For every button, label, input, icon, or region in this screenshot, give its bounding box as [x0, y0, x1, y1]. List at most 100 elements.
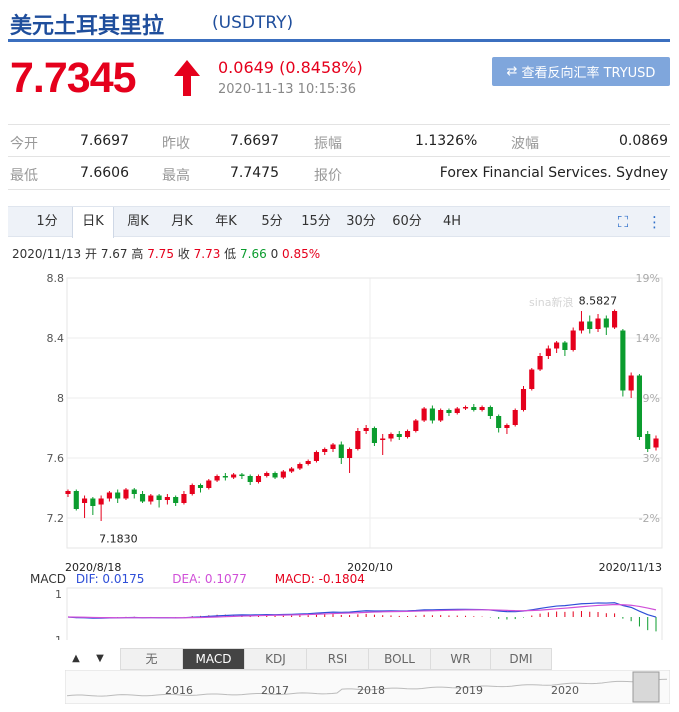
- candle: [90, 497, 96, 515]
- watermark: sina新浪: [529, 295, 574, 309]
- macd-tick-label: 1: [55, 588, 62, 601]
- candle: [98, 495, 104, 521]
- candle-body: [139, 494, 146, 502]
- candle: [347, 447, 353, 473]
- candle-body: [156, 495, 162, 500]
- candle: [545, 345, 551, 359]
- candle: [330, 443, 336, 452]
- candle: [214, 474, 220, 482]
- candle: [636, 374, 643, 440]
- pct-tick-label: 9%: [643, 392, 660, 405]
- candle: [388, 432, 394, 442]
- candle: [404, 429, 411, 439]
- x-tick-label: 2020/11/13: [599, 561, 662, 574]
- candle-body: [347, 449, 353, 458]
- indicator-tab-bar: 无 MACD KDJ RSI BOLL WR DMI: [120, 648, 552, 670]
- candle: [305, 459, 311, 466]
- candle: [222, 473, 228, 481]
- candle-body: [222, 476, 228, 478]
- pct-tick-label: 19%: [636, 272, 660, 285]
- candle-body: [206, 480, 212, 488]
- candle: [313, 450, 320, 463]
- candle-body: [81, 498, 88, 503]
- indicator-kdj[interactable]: KDJ: [245, 649, 307, 669]
- candle-body: [181, 494, 187, 503]
- dea-label: DEA: 0.1077: [172, 572, 247, 586]
- candle: [578, 311, 585, 334]
- candle-body: [189, 485, 195, 494]
- candle: [231, 473, 237, 479]
- chart-grid: [66, 277, 663, 549]
- candle-body: [388, 434, 394, 439]
- candle-body: [280, 471, 286, 478]
- indicator-boll[interactable]: BOLL: [369, 649, 431, 669]
- candle: [181, 491, 187, 505]
- candle-body: [413, 420, 419, 431]
- indicator-wr[interactable]: WR: [431, 649, 491, 669]
- candle: [429, 405, 435, 424]
- indicator-dmi[interactable]: DMI: [491, 649, 551, 669]
- candle: [371, 426, 377, 446]
- candle: [479, 405, 485, 412]
- candle: [106, 491, 112, 502]
- candle: [197, 483, 204, 493]
- candle-body: [587, 321, 593, 329]
- candle-body: [264, 473, 270, 476]
- candle: [81, 495, 88, 518]
- indicator-none[interactable]: 无: [121, 649, 183, 669]
- candle: [255, 474, 262, 484]
- candle: [139, 491, 146, 503]
- candle: [115, 489, 121, 503]
- candle-body: [504, 425, 510, 428]
- candles: [65, 309, 659, 521]
- candle-body: [239, 474, 245, 476]
- candle-body: [272, 473, 278, 478]
- candlestick-chart[interactable]: sina新浪 8.8 8.4 8 7.6 7.2 19% 14% 9% 3% -2% 8.582…: [0, 0, 679, 640]
- candle-body: [520, 389, 527, 410]
- indicator-rsi[interactable]: RSI: [307, 649, 369, 669]
- candle-body: [645, 434, 651, 449]
- candle-body: [429, 408, 435, 421]
- indicator-macd[interactable]: MACD: [183, 649, 245, 669]
- candle: [280, 470, 286, 479]
- candle: [289, 467, 295, 473]
- candle: [587, 315, 593, 334]
- candle-body: [106, 492, 112, 499]
- candle-body: [313, 452, 320, 461]
- time-navigator[interactable]: 2016 2017 2018 2019 2020: [65, 670, 670, 704]
- candle: [322, 447, 328, 455]
- candle-body: [131, 489, 137, 494]
- candle: [396, 431, 402, 440]
- scroll-up-button[interactable]: ▲: [68, 651, 84, 667]
- candle-body: [355, 431, 361, 449]
- candle: [595, 314, 601, 332]
- navigator-year-label: 2020: [551, 684, 579, 697]
- candle-body: [570, 330, 576, 350]
- candle: [562, 341, 568, 356]
- candle-body: [396, 434, 402, 437]
- max-price-label: 8.5827: [579, 295, 618, 308]
- navigator-year-label: 2018: [357, 684, 385, 697]
- candle: [504, 423, 510, 434]
- navigator-handle[interactable]: [632, 671, 660, 703]
- candle: [421, 407, 427, 422]
- candle-body: [231, 474, 237, 478]
- candle-body: [255, 476, 262, 482]
- candle-body: [65, 491, 71, 494]
- candle-body: [73, 491, 79, 509]
- candle: [496, 414, 502, 433]
- candle-body: [595, 318, 601, 329]
- plot-frame: [66, 277, 663, 549]
- scroll-down-button[interactable]: ▼: [92, 651, 108, 667]
- candle: [537, 353, 543, 371]
- candle-body: [421, 408, 427, 421]
- y-tick-label: 7.2: [47, 512, 65, 525]
- macd-tick-label: -1: [51, 634, 62, 640]
- candle: [239, 473, 245, 479]
- pct-tick-label: 3%: [643, 452, 660, 465]
- candle-body: [297, 464, 303, 469]
- candle-body: [330, 444, 336, 449]
- candle-body: [247, 476, 253, 482]
- macd-title: MACD: [30, 572, 66, 586]
- candle: [438, 408, 444, 422]
